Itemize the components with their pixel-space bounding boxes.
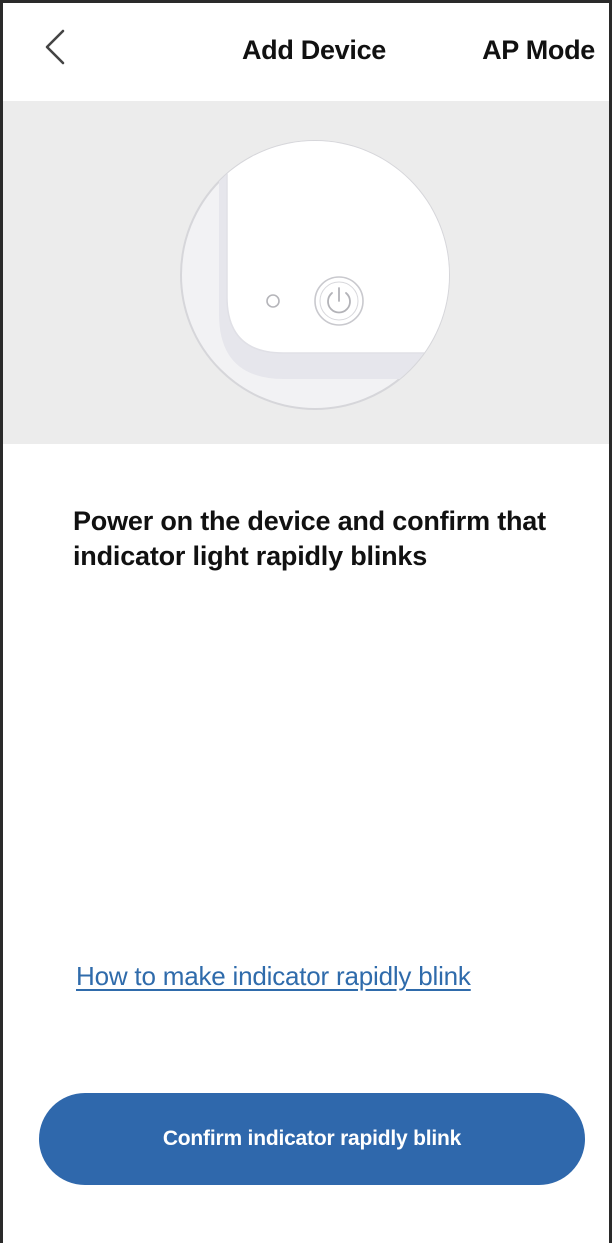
help-link-rapid-blink[interactable]: How to make indicator rapidly blink bbox=[76, 961, 471, 992]
confirm-rapid-blink-button[interactable]: Confirm indicator rapidly blink bbox=[39, 1093, 585, 1185]
device-power-button-icon bbox=[180, 140, 450, 410]
ap-mode-button[interactable]: AP Mode bbox=[482, 35, 595, 66]
header-bar: Add Device AP Mode bbox=[3, 3, 609, 101]
back-button[interactable] bbox=[33, 25, 77, 69]
device-illustration-panel bbox=[3, 101, 609, 444]
chevron-left-icon bbox=[45, 29, 65, 65]
instruction-text: Power on the device and confirm that ind… bbox=[73, 506, 546, 571]
add-device-screen: Add Device AP Mode Power on the device a… bbox=[0, 0, 612, 1243]
